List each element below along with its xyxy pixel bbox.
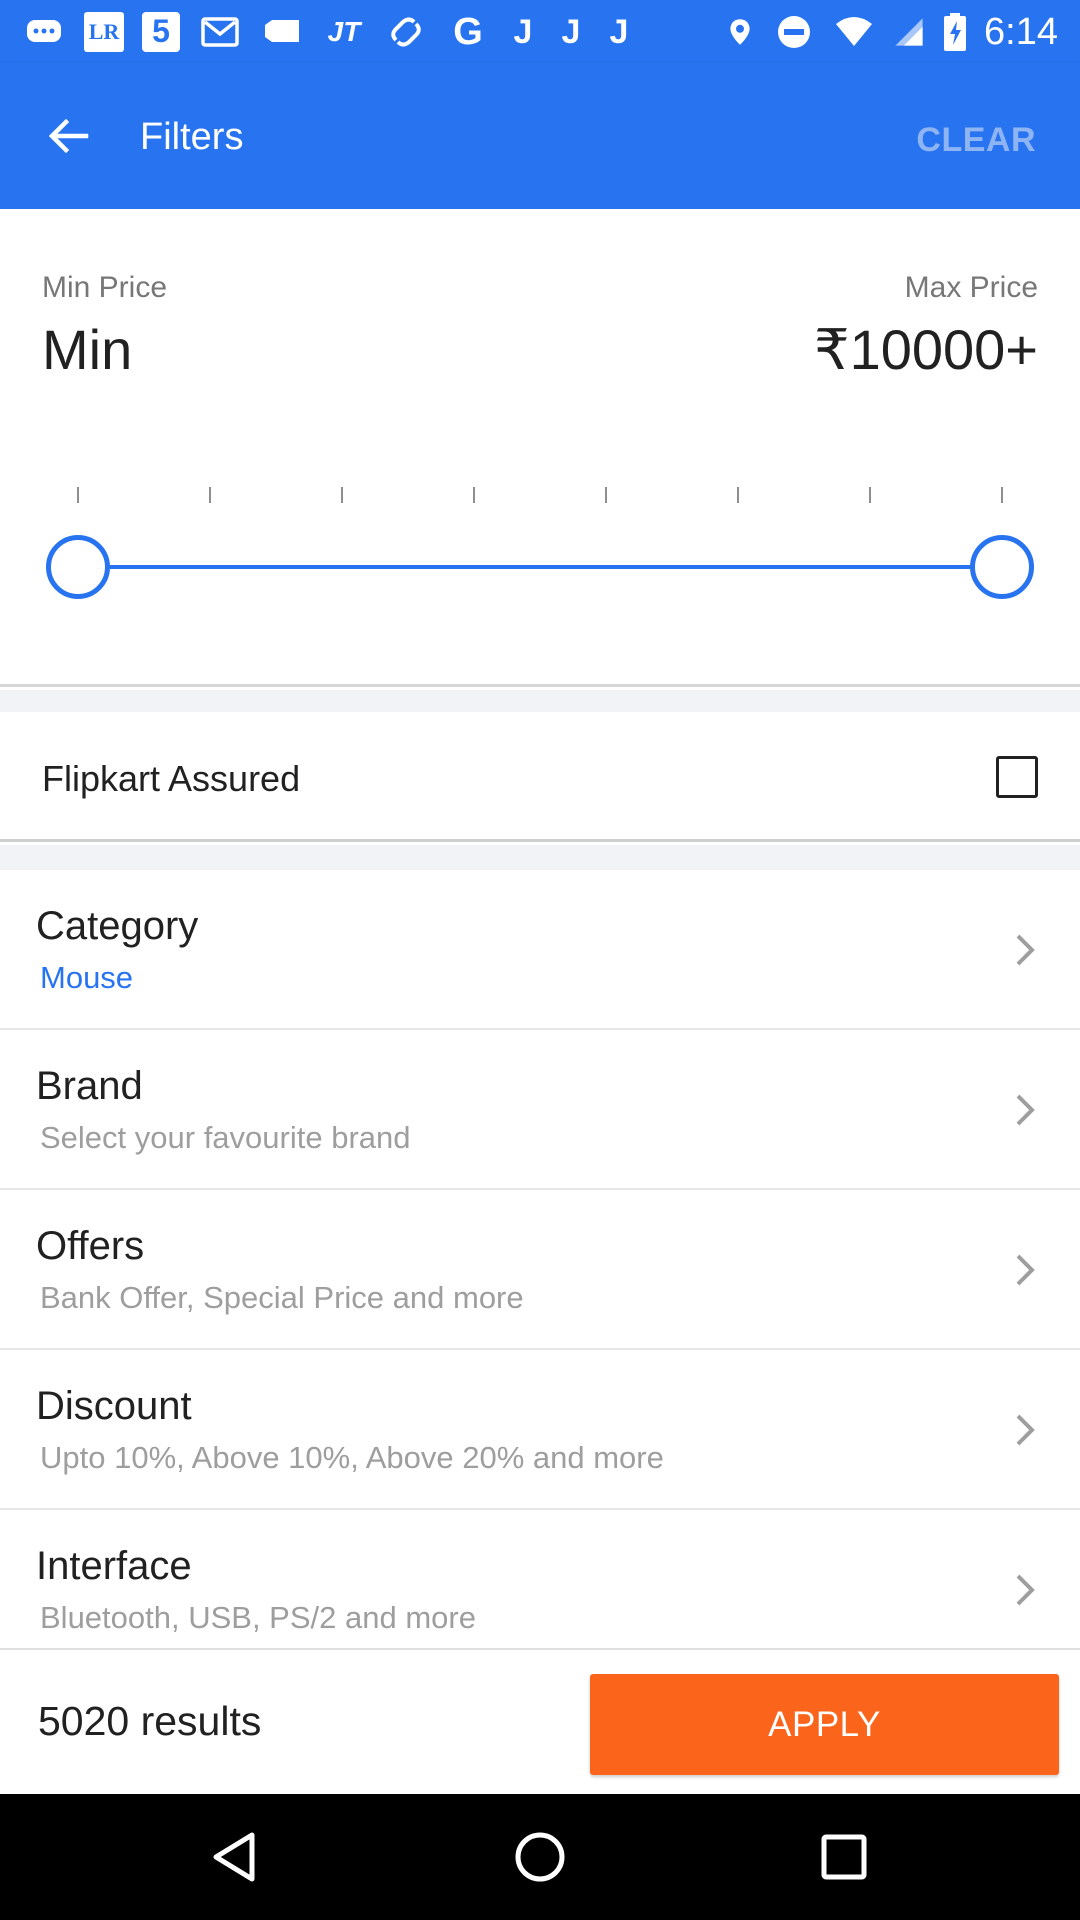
bottom-action-bar: 5020 results APPLY	[0, 1648, 1080, 1794]
chat-icon	[22, 12, 66, 52]
jt-app-text: JT	[327, 15, 361, 47]
do-not-disturb-icon	[772, 12, 816, 52]
price-range-section: Min Price Max Price Min ₹10000+	[0, 209, 1080, 687]
flipkart-assured-row[interactable]: Flipkart Assured	[0, 712, 1080, 842]
min-price-label: Min Price	[42, 271, 168, 304]
filter-row-interface[interactable]: Interface Bluetooth, USB, PS/2 and more	[0, 1510, 1080, 1670]
filter-subtitle: Bluetooth, USB, PS/2 and more	[40, 1600, 476, 1635]
clear-button[interactable]: CLEAR	[916, 121, 1036, 160]
arrow-back-icon	[48, 118, 89, 154]
j-app-text: J	[513, 12, 533, 51]
slider-tick	[1001, 487, 1003, 503]
filter-row-brand[interactable]: Brand Select your favourite brand	[0, 1030, 1080, 1190]
j-app-icon: J	[604, 12, 634, 52]
recents-square-icon	[821, 1834, 867, 1880]
price-range-slider[interactable]	[46, 487, 1034, 607]
chevron-right-icon	[1016, 1094, 1035, 1126]
filter-subtitle: Select your favourite brand	[40, 1120, 411, 1155]
j-app-text: J	[561, 12, 581, 51]
slider-tick	[209, 487, 211, 503]
slider-tick	[341, 487, 343, 503]
cell-signal-icon	[892, 12, 926, 52]
mail-icon	[198, 12, 242, 52]
slider-tick	[737, 487, 739, 503]
status-time: 6:14	[984, 10, 1058, 53]
max-price-label: Max Price	[904, 271, 1038, 304]
wifi-icon	[832, 12, 876, 52]
filter-title: Interface	[36, 1544, 192, 1588]
lr-app-text: LR	[88, 18, 120, 44]
filter-list: Category Mouse Brand Select your favourite …	[0, 870, 1080, 1670]
nav-back-button[interactable]	[206, 1827, 266, 1887]
tag-icon	[260, 12, 304, 52]
app-toolbar: Filters CLEAR	[0, 63, 1080, 209]
system-nav-bar	[0, 1794, 1080, 1920]
flipkart-assured-checkbox[interactable]	[996, 756, 1038, 798]
j-app-icon: J	[556, 12, 586, 52]
google-icon-text: G	[453, 10, 483, 53]
nav-recents-button[interactable]	[814, 1827, 874, 1887]
filter-subtitle: Upto 10%, Above 10%, Above 20% and more	[40, 1440, 664, 1475]
filter-row-discount[interactable]: Discount Upto 10%, Above 10%, Above 20% a…	[0, 1350, 1080, 1510]
min-price-value: Min	[42, 318, 133, 381]
chevron-right-icon	[1016, 1414, 1035, 1446]
slider-tick	[473, 487, 475, 503]
filter-row-category[interactable]: Category Mouse	[0, 870, 1080, 1030]
slider-tick	[869, 487, 871, 503]
section-divider	[0, 845, 1080, 870]
max-price-thumb[interactable]	[970, 535, 1034, 599]
filter-subtitle: Bank Offer, Special Price and more	[40, 1280, 524, 1315]
system-icons: 6:14	[724, 12, 1058, 52]
filter-title: Discount	[36, 1384, 192, 1428]
lr-app-icon: LR	[84, 11, 124, 52]
chevron-right-icon	[1016, 1254, 1035, 1286]
filters-screen: LR 5 JT G J J J 6:14 Filters CLEAR Min P…	[0, 0, 1080, 1920]
section-divider	[0, 690, 1080, 712]
five-app-text: 5	[152, 13, 170, 49]
jt-app-icon: JT	[322, 12, 366, 52]
max-price-value: ₹10000+	[813, 318, 1038, 381]
filter-title: Offers	[36, 1224, 145, 1268]
flipkart-assured-label: Flipkart Assured	[42, 758, 301, 799]
back-triangle-icon	[213, 1832, 255, 1882]
slider-tick	[605, 487, 607, 503]
location-icon	[724, 12, 756, 52]
nav-home-button[interactable]	[510, 1827, 570, 1887]
min-price-thumb[interactable]	[46, 535, 110, 599]
home-circle-icon	[515, 1832, 565, 1882]
chevron-right-icon	[1016, 934, 1035, 966]
battery-charging-icon	[942, 12, 968, 52]
notification-icons: LR 5 JT G J J J	[22, 11, 634, 52]
filter-title: Category	[36, 904, 199, 948]
slider-track	[78, 565, 1002, 569]
link-icon	[384, 12, 428, 52]
apply-button[interactable]: APPLY	[590, 1674, 1059, 1775]
filter-subtitle: Mouse	[40, 960, 134, 995]
j-app-text: J	[609, 12, 629, 51]
five-app-icon: 5	[142, 11, 180, 52]
slider-tick	[77, 487, 79, 503]
status-bar: LR 5 JT G J J J 6:14	[0, 0, 1080, 63]
filter-title: Brand	[36, 1064, 143, 1108]
chevron-right-icon	[1016, 1574, 1035, 1606]
back-button[interactable]	[44, 111, 94, 161]
results-count: 5020 results	[38, 1698, 262, 1744]
filter-row-offers[interactable]: Offers Bank Offer, Special Price and more	[0, 1190, 1080, 1350]
page-title: Filters	[140, 116, 244, 158]
j-app-icon: J	[508, 12, 538, 52]
google-icon: G	[446, 12, 490, 52]
